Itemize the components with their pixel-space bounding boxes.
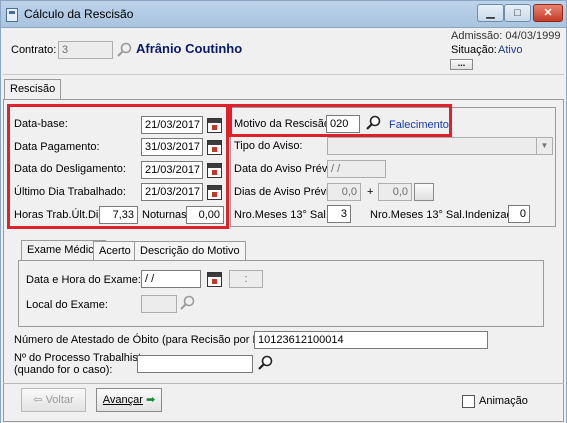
dias-aviso-button[interactable] [414,183,434,201]
title-bar: Cálculo da Rescisão ▁ □ ✕ [0,0,567,28]
nro-meses-ind-label: Nro.Meses 13° Sal.Indenizado: [370,209,522,221]
noturnas-field[interactable]: 0,00 [186,206,224,224]
calendar-icon[interactable] [207,118,222,133]
more-info-button[interactable]: ... [450,59,473,70]
data-aviso-label: Data do Aviso Prévio: [234,163,339,175]
admissao-text: Admissão: 04/03/1999 [451,30,561,42]
noturnas-label: Noturnas: [142,209,190,221]
motivo-label: Motivo da Rescisão: [234,118,334,130]
nro-meses-label: Nro.Meses 13° Sal.: [234,209,332,221]
exame-panel [18,260,544,327]
horas-field[interactable]: 7,33 [99,206,138,224]
processo-label-sub: (quando for o caso): [14,364,113,376]
avancar-label: Avançar [102,394,143,406]
arrow-right-icon: ➡ [146,394,156,406]
atestado-field[interactable]: 10123612100014 [254,331,488,349]
plus-sign: + [367,186,374,198]
dias-aviso-label: Dias de Aviso Prévio: [234,186,338,198]
tipo-aviso-label: Tipo do Aviso: [234,140,303,152]
header-divider [3,74,564,75]
tab-descricao-motivo[interactable]: Descrição do Motivo [134,241,246,261]
calendar-icon[interactable] [207,185,222,200]
data-base-label: Data-base: [14,118,68,130]
data-pagamento-field[interactable]: 31/03/2017 [141,138,203,156]
processo-field[interactable] [137,355,253,373]
calendar-icon[interactable] [207,272,222,287]
search-contrato-icon[interactable] [116,42,134,58]
maximize-button[interactable]: □ [504,4,531,22]
avancar-button[interactable]: Avançar ➡ [96,388,162,412]
window-body: Contrato: 3 Afrânio Coutinho Admissão: 0… [0,28,567,423]
app-icon [6,8,18,22]
data-hora-exame-label: Data e Hora do Exame: [26,274,141,286]
data-pagamento-label: Data Pagamento: [14,141,100,153]
tab-acerto[interactable]: Acerto [93,241,137,261]
local-exame-label: Local do Exame: [26,299,108,311]
data-exame-field[interactable]: / / [141,270,201,288]
voltar-label: Voltar [45,394,74,406]
nro-meses-ind-field[interactable]: 0 [508,205,530,223]
dias-aviso-field-2[interactable]: 0,0 [378,183,412,201]
footer-divider [3,383,564,384]
animacao-label: Animação [479,395,528,407]
situacao-value: Ativo [498,44,523,56]
tab-rescisao[interactable]: Rescisão [4,79,62,100]
animacao-checkbox[interactable] [462,395,475,408]
calendar-icon[interactable] [207,140,222,155]
nro-meses-field[interactable]: 3 [327,205,351,223]
employee-name: Afrânio Coutinho [136,41,243,56]
close-button[interactable]: ✕ [533,4,563,22]
hora-exame-field[interactable]: : [229,270,263,288]
dias-aviso-field-1[interactable]: 0,0 [327,183,361,201]
search-motivo-icon[interactable] [365,115,383,131]
minimize-button[interactable]: ▁ [477,4,504,22]
data-desligamento-field[interactable]: 21/03/2017 [141,161,203,179]
chevron-down-icon: ▼ [536,138,552,154]
processo-label: Nº do Processo Trabalhista [14,352,148,364]
local-exame-field[interactable] [141,295,177,313]
motivo-code-field[interactable]: 020 [326,115,360,133]
contrato-label: Contrato: [11,44,57,56]
contrato-field[interactable]: 3 [58,41,113,59]
calendar-icon[interactable] [207,163,222,178]
horas-label: Horas Trab.Últ.Dia: [14,209,108,221]
ultimo-dia-label: Último Dia Trabalhado: [14,186,126,198]
window-title: Cálculo da Rescisão [24,7,134,21]
voltar-button[interactable]: ⇦ Voltar [21,388,86,412]
tipo-aviso-select[interactable]: ▼ [327,137,553,155]
ultimo-dia-field[interactable]: 21/03/2017 [141,183,203,201]
data-base-field[interactable]: 21/03/2017 [141,116,203,134]
arrow-left-icon: ⇦ [33,394,43,406]
data-desligamento-label: Data do Desligamento: [14,163,126,175]
situacao-label: Situação: [451,44,497,56]
motivo-description: Falecimento [389,119,449,131]
search-processo-icon[interactable] [257,355,275,371]
data-aviso-field[interactable]: / / [327,160,386,178]
search-local-icon[interactable] [179,295,197,311]
atestado-label: Número de Atestado de Óbito (para Recisã… [14,334,288,346]
